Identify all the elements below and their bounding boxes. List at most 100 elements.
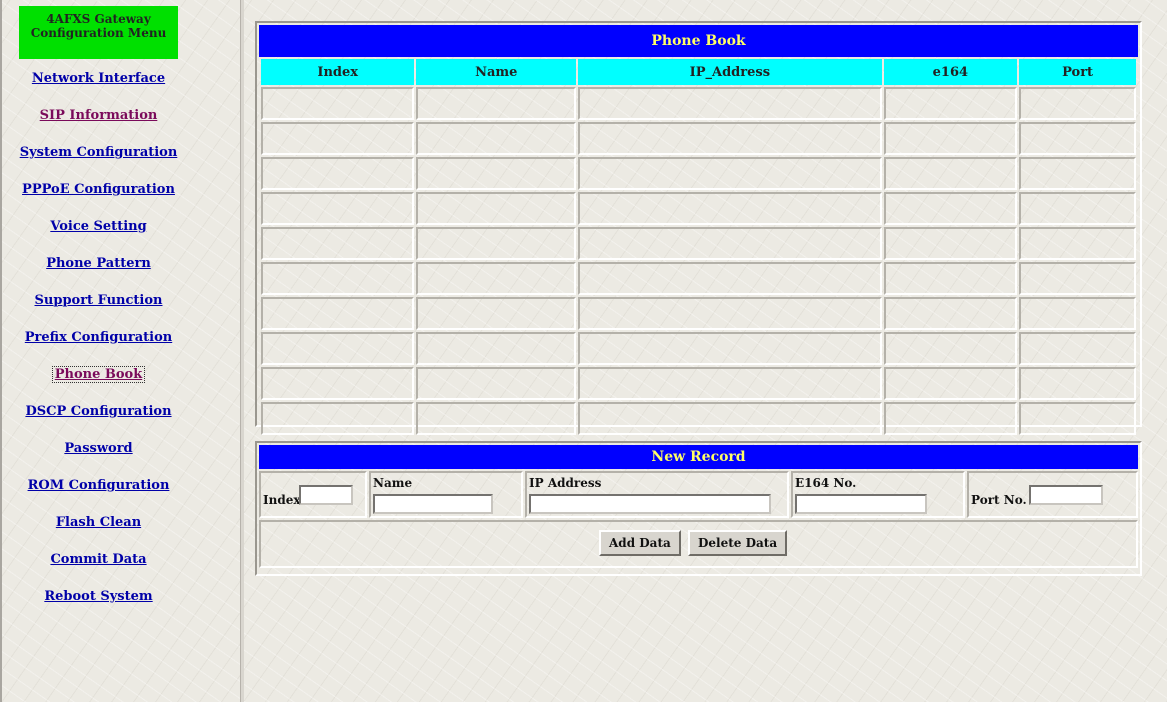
sidebar-item-rom-configuration[interactable]: ROM Configuration <box>19 467 178 504</box>
table-cell <box>883 332 1018 365</box>
sidebar-item-pppoe-configuration[interactable]: PPPoE Configuration <box>19 171 178 208</box>
table-cell <box>261 262 415 295</box>
column-header-index: Index <box>261 59 415 85</box>
table-cell <box>261 332 415 365</box>
table-row <box>261 157 1136 190</box>
sidebar-item-network-interface[interactable]: Network Interface <box>19 60 178 97</box>
table-cell <box>883 402 1018 435</box>
add-data-button[interactable]: Add Data <box>599 530 681 556</box>
table-cell <box>1019 87 1136 120</box>
sidebar-item-phone-book-label: Phone Book <box>51 366 146 383</box>
sidebar-menu: Network Interface SIP Information System… <box>19 60 219 615</box>
phone-book-rows <box>261 87 1136 435</box>
table-cell <box>416 192 577 225</box>
table-row <box>261 367 1136 400</box>
table-row <box>261 297 1136 330</box>
table-row <box>261 122 1136 155</box>
table-cell <box>1019 402 1136 435</box>
table-cell <box>261 402 415 435</box>
name-cell: Name <box>369 471 523 518</box>
table-cell <box>883 157 1018 190</box>
table-row <box>261 87 1136 120</box>
table-cell <box>1019 122 1136 155</box>
table-row <box>261 332 1136 365</box>
ip-address-label: IP Address <box>529 476 602 490</box>
table-cell <box>416 332 577 365</box>
sidebar-item-phone-pattern[interactable]: Phone Pattern <box>19 245 178 282</box>
table-row <box>261 227 1136 260</box>
table-cell <box>416 402 577 435</box>
phone-book-title: Phone Book <box>259 25 1138 57</box>
table-cell <box>416 367 577 400</box>
table-cell <box>883 192 1018 225</box>
sidebar-item-prefix-configuration[interactable]: Prefix Configuration <box>19 319 178 356</box>
delete-data-button[interactable]: Delete Data <box>688 530 788 556</box>
sidebar-item-phone-book[interactable]: Phone Book <box>19 356 178 393</box>
table-row <box>261 262 1136 295</box>
table-cell <box>1019 227 1136 260</box>
column-header-port: Port <box>1019 59 1136 85</box>
ip-address-cell: IP Address <box>525 471 789 518</box>
column-header-name: Name <box>416 59 577 85</box>
phone-book-panel: Phone Book Index Name IP_Address e164 Po… <box>255 21 1142 435</box>
table-cell <box>416 262 577 295</box>
table-cell <box>578 262 882 295</box>
table-cell <box>883 227 1018 260</box>
index-input[interactable] <box>299 485 353 505</box>
frame-divider[interactable] <box>240 0 244 702</box>
table-row <box>261 192 1136 225</box>
table-cell <box>261 227 415 260</box>
index-cell: Index <box>259 471 367 518</box>
table-cell <box>416 157 577 190</box>
new-record-button-row: Add Data Delete Data <box>259 520 1138 568</box>
table-cell <box>578 402 882 435</box>
column-header-ip-address: IP_Address <box>578 59 882 85</box>
table-cell <box>261 87 415 120</box>
table-row <box>261 402 1136 435</box>
e164-input[interactable] <box>795 494 927 514</box>
table-cell <box>1019 367 1136 400</box>
e164-cell: E164 No. <box>791 471 965 518</box>
new-record-title: New Record <box>259 445 1138 469</box>
table-cell <box>578 297 882 330</box>
menu-title: 4AFXS Gateway Configuration Menu <box>19 6 178 59</box>
sidebar-item-voice-setting[interactable]: Voice Setting <box>19 208 178 245</box>
table-cell <box>416 227 577 260</box>
new-record-panel: New Record Index Name IP Address E164 No… <box>255 441 1142 576</box>
port-input[interactable] <box>1029 485 1103 505</box>
index-label: Index <box>263 493 301 507</box>
table-cell <box>261 297 415 330</box>
table-cell <box>1019 332 1136 365</box>
sidebar-item-dscp-configuration[interactable]: DSCP Configuration <box>19 393 178 430</box>
sidebar-item-sip-information[interactable]: SIP Information <box>19 97 178 134</box>
table-cell <box>1019 262 1136 295</box>
table-cell <box>883 87 1018 120</box>
table-cell <box>416 122 577 155</box>
name-input[interactable] <box>373 494 493 514</box>
table-cell <box>883 122 1018 155</box>
menu-title-line1: 4AFXS Gateway <box>46 12 151 26</box>
table-cell <box>261 157 415 190</box>
sidebar-item-system-configuration[interactable]: System Configuration <box>19 134 178 171</box>
table-cell <box>883 262 1018 295</box>
sidebar-item-password[interactable]: Password <box>19 430 178 467</box>
sidebar-item-flash-clean[interactable]: Flash Clean <box>19 504 178 541</box>
phone-book-table: Index Name IP_Address e164 Port <box>259 57 1138 437</box>
new-record-form-row: Index Name IP Address E164 No. Port No. <box>259 471 1138 518</box>
table-cell <box>416 297 577 330</box>
port-label: Port No. <box>971 493 1027 507</box>
table-cell <box>1019 157 1136 190</box>
table-cell <box>1019 192 1136 225</box>
table-cell <box>883 297 1018 330</box>
e164-label: E164 No. <box>795 476 857 490</box>
table-cell <box>578 122 882 155</box>
sidebar-item-reboot-system[interactable]: Reboot System <box>19 578 178 615</box>
table-cell <box>578 227 882 260</box>
table-cell <box>578 192 882 225</box>
table-cell <box>883 367 1018 400</box>
sidebar-item-support-function[interactable]: Support Function <box>19 282 178 319</box>
table-cell <box>261 192 415 225</box>
sidebar-item-commit-data[interactable]: Commit Data <box>19 541 178 578</box>
ip-address-input[interactable] <box>529 494 771 514</box>
left-menu-frame: 4AFXS Gateway Configuration Menu Network… <box>0 0 240 702</box>
